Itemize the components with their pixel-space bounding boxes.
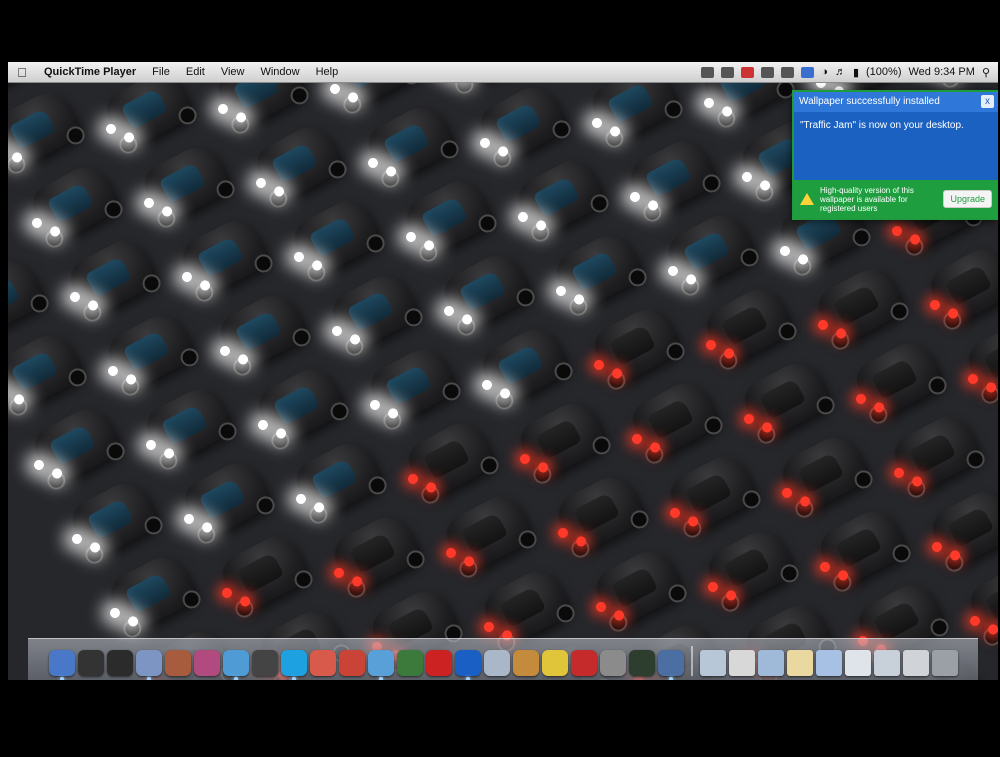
apple-menu-icon[interactable]: 	[8, 65, 36, 80]
tray-app-icon[interactable]	[701, 66, 715, 78]
desktop-screen:  QuickTime Player File Edit View Window…	[8, 62, 998, 680]
tray-app-icon[interactable]	[801, 66, 815, 78]
trash-icon[interactable]	[931, 650, 958, 676]
address-book-icon[interactable]	[164, 650, 191, 676]
notification-message: "Traffic Jam" is now on your desktop.	[800, 120, 964, 131]
menu-edit[interactable]: Edit	[178, 66, 213, 78]
running-indicator	[146, 677, 151, 680]
notification-header: Wallpaper successfully installed x	[794, 92, 998, 112]
warning-icon	[800, 193, 814, 205]
folder-2-icon[interactable]	[728, 650, 755, 676]
time-machine-icon[interactable]	[106, 650, 133, 676]
upgrade-button[interactable]: Upgrade	[943, 190, 992, 208]
dock-separator	[690, 646, 693, 676]
iphoto-icon[interactable]	[396, 650, 423, 676]
folder-4-icon[interactable]	[786, 650, 813, 676]
safari-icon[interactable]	[222, 650, 249, 680]
menu-extras: ◑ ♬ ▮ (100%) Wed 9:34 PM ⚲	[701, 66, 998, 79]
screen-icon[interactable]	[657, 650, 684, 680]
dock	[28, 638, 978, 680]
candle-icon[interactable]	[251, 650, 278, 676]
preview-icon[interactable]	[135, 650, 162, 680]
volume-icon[interactable]: ♬	[835, 66, 846, 78]
menu-clock[interactable]: Wed 9:34 PM	[908, 66, 974, 78]
running-indicator	[291, 677, 296, 680]
running-indicator	[465, 677, 470, 680]
running-indicator	[668, 677, 673, 680]
running-indicator	[233, 677, 238, 680]
running-indicator	[59, 677, 64, 680]
folder-6-icon[interactable]	[844, 650, 871, 676]
battery-icon[interactable]: ▮	[853, 66, 859, 79]
notification-footer: High-quality version of this wallpaper i…	[794, 180, 998, 218]
notification-footer-text: High-quality version of this wallpaper i…	[820, 185, 914, 213]
folder-1-icon[interactable]	[699, 650, 726, 676]
lightbulb-icon[interactable]	[541, 650, 568, 676]
notification-title: Wallpaper successfully installed	[799, 96, 940, 107]
menu-file[interactable]: File	[144, 66, 178, 78]
activity-monitor-icon[interactable]	[628, 650, 655, 676]
photo-strip-icon[interactable]	[425, 650, 452, 676]
menu-view[interactable]: View	[213, 66, 253, 78]
menu-bar:  QuickTime Player File Edit View Window…	[8, 62, 998, 83]
finder-icon[interactable]	[48, 650, 75, 680]
skype-icon[interactable]	[280, 650, 307, 680]
folder-3-icon[interactable]	[757, 650, 784, 676]
tray-app-icon[interactable]	[761, 66, 775, 78]
itunes-icon[interactable]	[367, 650, 394, 680]
menu-help[interactable]: Help	[308, 66, 347, 78]
battery-percent[interactable]: (100%)	[866, 66, 901, 78]
folder-7-icon[interactable]	[873, 650, 900, 676]
wifi-icon[interactable]: ◑	[821, 66, 828, 78]
system-preferences-icon[interactable]	[599, 650, 626, 676]
tray-app-icon[interactable]	[741, 66, 755, 78]
folder-8-icon[interactable]	[902, 650, 929, 676]
chrome-icon[interactable]	[338, 650, 365, 676]
mail-icon[interactable]	[483, 650, 510, 676]
close-icon[interactable]: x	[981, 95, 994, 108]
ical-icon[interactable]	[309, 650, 336, 676]
quicktime-icon[interactable]	[454, 650, 481, 680]
acrobat-icon[interactable]	[570, 650, 597, 676]
spotlight-icon[interactable]: ⚲	[982, 66, 990, 79]
running-indicator	[378, 677, 383, 680]
menu-app-name[interactable]: QuickTime Player	[36, 66, 144, 78]
photo-booth-icon[interactable]	[193, 650, 220, 676]
tray-app-icon[interactable]	[781, 66, 795, 78]
growl-notification[interactable]: Wallpaper successfully installed x "Traf…	[792, 90, 998, 220]
folder-5-icon[interactable]	[815, 650, 842, 676]
box-icon[interactable]	[512, 650, 539, 676]
tray-app-icon[interactable]	[721, 66, 735, 78]
menu-window[interactable]: Window	[252, 66, 307, 78]
dashboard-icon[interactable]	[77, 650, 104, 676]
